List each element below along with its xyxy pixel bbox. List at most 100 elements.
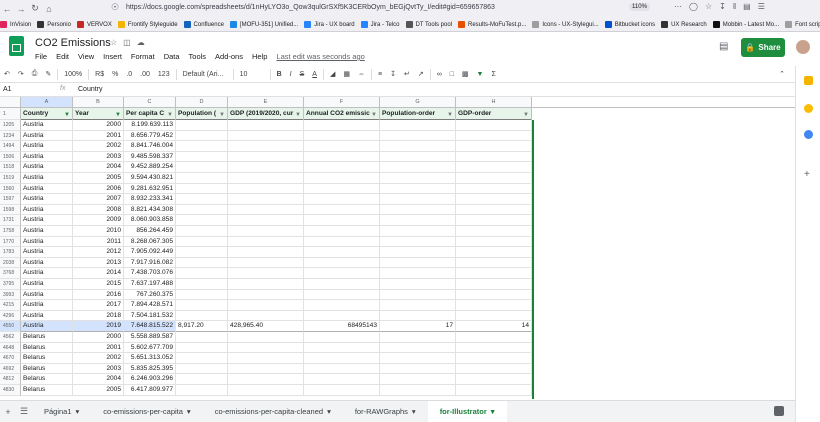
cell-d[interactable] (176, 226, 228, 237)
cell-c[interactable]: 5.651.313.052 (124, 353, 176, 364)
cell-b[interactable]: 2012 (73, 247, 124, 258)
bookmark-item[interactable]: Jira - UX board (304, 21, 355, 28)
cell-g[interactable] (380, 332, 456, 343)
cell-b[interactable]: 2016 (73, 289, 124, 301)
cell-a[interactable]: Austria (21, 226, 73, 237)
bookmark-item[interactable]: Bitbucket icons (604, 21, 655, 28)
cell-f[interactable] (304, 300, 380, 311)
cell-b[interactable]: 2015 (73, 279, 124, 290)
cell-b[interactable]: 2006 (73, 183, 124, 195)
cell-d[interactable] (176, 279, 228, 290)
menu-edit[interactable]: Edit (56, 52, 69, 61)
cell-e[interactable] (228, 183, 304, 195)
cell-d[interactable] (176, 342, 228, 354)
tasks-icon[interactable] (804, 130, 813, 139)
cell-a[interactable]: Austria (21, 173, 73, 184)
cell-e[interactable] (228, 385, 304, 396)
cell-c[interactable]: 8.841.746.004 (124, 141, 176, 152)
italic-button[interactable]: I (286, 71, 296, 78)
cell-e[interactable] (228, 236, 304, 248)
cell-f[interactable] (304, 173, 380, 184)
cell-b[interactable]: 2002 (73, 141, 124, 152)
sidebar-icon[interactable]: ▤ (743, 2, 751, 11)
cell-d[interactable] (176, 204, 228, 216)
cell-d[interactable] (176, 353, 228, 364)
cell-h[interactable] (456, 204, 532, 216)
valign-icon[interactable]: ↧ (386, 70, 400, 78)
cell-a[interactable]: Austria (21, 247, 73, 258)
cell-h[interactable] (456, 215, 532, 226)
cell-h[interactable] (456, 268, 532, 279)
cell-a[interactable]: Belarus (21, 374, 73, 385)
bookmark-item[interactable]: VERVOX (76, 21, 112, 28)
filter-icon[interactable]: ▼ (523, 109, 529, 120)
cell-b[interactable]: 2011 (73, 236, 124, 248)
cell-d[interactable] (176, 257, 228, 269)
cell-h[interactable] (456, 289, 532, 301)
cell-f[interactable] (304, 268, 380, 279)
cell-b[interactable]: 2004 (73, 374, 124, 385)
borders-icon[interactable]: ▦ (339, 70, 354, 78)
sheet-tab[interactable]: Página1 ▾ (32, 407, 91, 416)
cell-g[interactable]: 17 (380, 321, 456, 332)
shield-icon[interactable]: ☉ (108, 2, 122, 13)
cell-g[interactable] (380, 363, 456, 375)
cell-g[interactable] (380, 247, 456, 258)
cell-e[interactable] (228, 173, 304, 184)
cell-h[interactable]: 14 (456, 321, 532, 332)
row-header[interactable]: 3795 (0, 279, 21, 290)
cell-d[interactable] (176, 289, 228, 301)
pocket-icon[interactable]: ◯ (689, 2, 698, 11)
cell-b[interactable]: 2004 (73, 162, 124, 173)
cell-g[interactable] (380, 183, 456, 195)
row-header[interactable]: 1234 (0, 130, 21, 142)
cell-f[interactable] (304, 257, 380, 269)
cell-f[interactable] (304, 183, 380, 195)
row-header[interactable]: 3768 (0, 268, 21, 279)
cell-f[interactable] (304, 151, 380, 163)
home-icon[interactable]: ⌂ (42, 4, 56, 14)
wrap-icon[interactable]: ↵ (400, 70, 414, 78)
cell-b[interactable]: 2000 (73, 332, 124, 343)
cell-f[interactable] (304, 120, 380, 131)
sheet-tab[interactable]: for-RAWGraphs ▾ (343, 407, 428, 416)
cell-h[interactable] (456, 226, 532, 237)
cell-e[interactable] (228, 363, 304, 375)
increase-decimals-button[interactable]: .00 (136, 71, 154, 78)
cell-f[interactable] (304, 215, 380, 226)
cell-g[interactable] (380, 289, 456, 301)
bookmark-item[interactable]: UX Research (661, 21, 707, 28)
last-edit-link[interactable]: Last edit was seconds ago (276, 52, 364, 61)
cell-c[interactable]: 6.246.903.296 (124, 374, 176, 385)
cell-h[interactable] (456, 279, 532, 290)
row-header[interactable]: 1597 (0, 194, 21, 205)
fill-color-icon[interactable]: ◢ (326, 70, 339, 78)
cell-g[interactable] (380, 215, 456, 226)
cell-f[interactable] (304, 289, 380, 301)
cell-h[interactable] (456, 310, 532, 322)
cell-e[interactable] (228, 194, 304, 205)
cell-f[interactable] (304, 342, 380, 354)
menu-data[interactable]: Data (164, 52, 180, 61)
cell-h[interactable] (456, 374, 532, 385)
sheet-tab[interactable]: co-emissions-per-capita-cleaned ▾ (203, 407, 343, 416)
cell-g[interactable] (380, 257, 456, 269)
cell-a[interactable]: Austria (21, 215, 73, 226)
cell-a[interactable]: Austria (21, 257, 73, 269)
cell-c[interactable]: 7.894.428.571 (124, 300, 176, 311)
font-size-select[interactable]: 10 (236, 71, 268, 78)
paint-format-icon[interactable]: ✎ (41, 70, 55, 78)
cell-c[interactable]: 9.452.889.254 (124, 162, 176, 173)
add-sheet-icon[interactable]: + (0, 407, 16, 417)
cell-e[interactable]: 428,965.40 (228, 321, 304, 332)
tab-menu-icon[interactable]: ▾ (327, 407, 331, 416)
row-header[interactable]: 1770 (0, 236, 21, 248)
cell-g[interactable] (380, 173, 456, 184)
comment-icon[interactable]: □ (446, 71, 458, 78)
cell-f[interactable] (304, 363, 380, 375)
star-icon[interactable]: ☆ (705, 2, 712, 11)
bold-button[interactable]: B (273, 71, 286, 78)
cell-h[interactable] (456, 236, 532, 248)
cell-b[interactable]: 2008 (73, 204, 124, 216)
cell-f[interactable] (304, 236, 380, 248)
